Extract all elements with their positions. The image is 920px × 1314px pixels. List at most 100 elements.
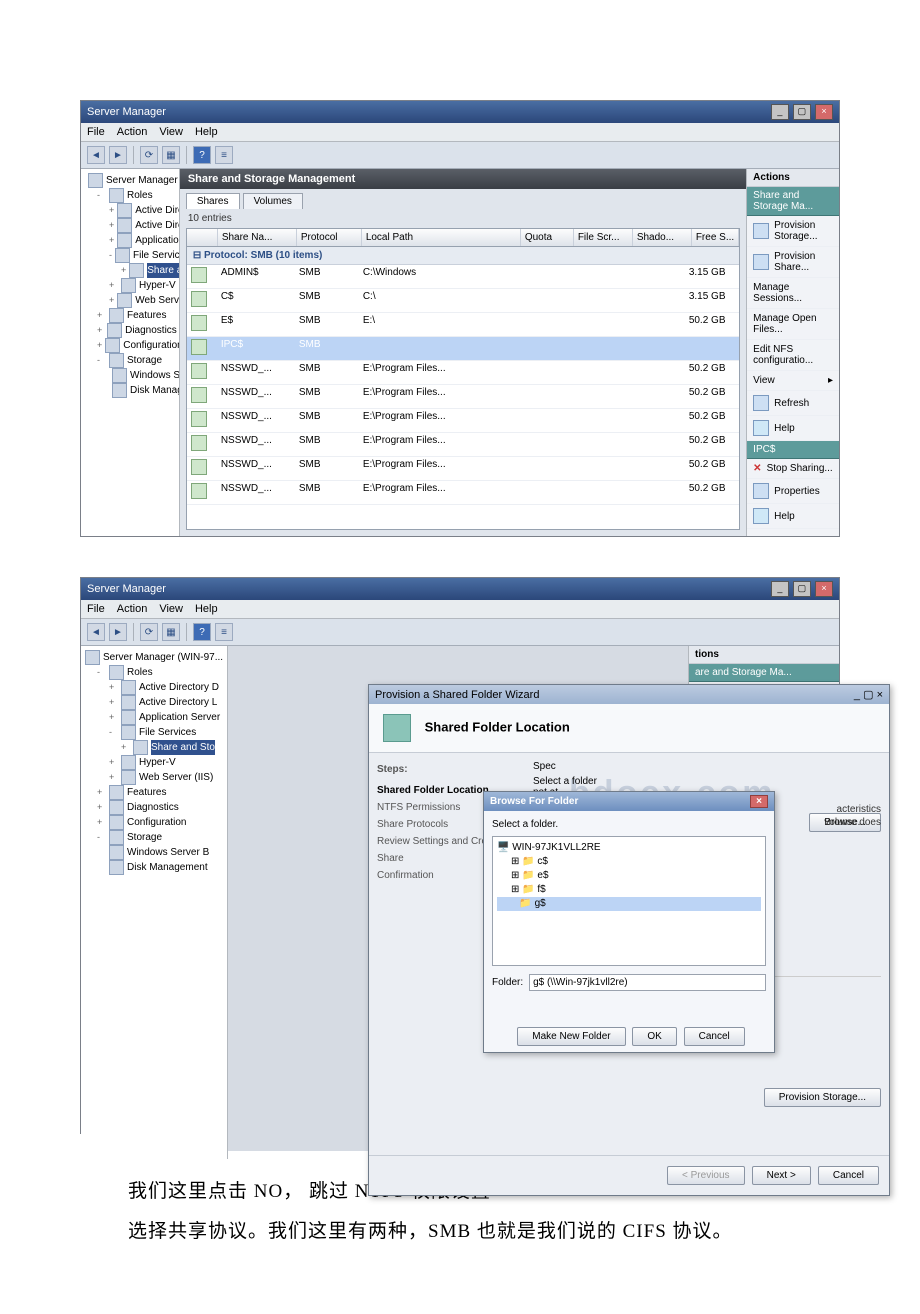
table-row[interactable]: IPC$SMB xyxy=(187,337,739,361)
menu-bar[interactable]: File Action View Help xyxy=(81,600,839,619)
tree-features[interactable]: Features xyxy=(127,785,166,800)
col-quota[interactable]: Quota xyxy=(521,229,574,246)
back-icon[interactable]: ◄ xyxy=(87,146,105,164)
menu-help[interactable]: Help xyxy=(195,603,218,615)
tree-file-services[interactable]: File Services xyxy=(139,725,196,740)
ok-button[interactable]: OK xyxy=(632,1027,676,1046)
table-row[interactable]: E$SMBE:\50.2 GB xyxy=(187,313,739,337)
tree-roles[interactable]: Roles xyxy=(127,188,153,203)
maximize-icon[interactable]: ▢ xyxy=(793,581,811,597)
menu-help[interactable]: Help xyxy=(195,126,218,138)
table-row[interactable]: NSSWD_...SMBE:\Program Files...50.2 GB xyxy=(187,361,739,385)
tree-configuration[interactable]: Configuration xyxy=(127,815,186,830)
action-edit-nfs[interactable]: Edit NFS configuratio... xyxy=(747,340,839,371)
tree-root[interactable]: Server Manager (WIN-97JK1VLL2RE) xyxy=(106,173,180,188)
navigation-tree[interactable]: Server Manager (WIN-97... -Roles +Active… xyxy=(81,646,228,1159)
col-local-path[interactable]: Local Path xyxy=(362,229,521,246)
minimize-icon[interactable]: _ xyxy=(854,689,860,701)
tree-ad-domain[interactable]: Active Directory Domain Services xyxy=(135,203,180,218)
window-controls[interactable]: _ ▢ × xyxy=(770,104,833,120)
next-button[interactable]: Next > xyxy=(752,1166,811,1185)
action-properties[interactable]: Properties xyxy=(747,479,839,504)
action-refresh[interactable]: Refresh xyxy=(747,391,839,416)
tree-app-server[interactable]: Application Server xyxy=(135,233,180,248)
col-file-screening[interactable]: File Scr... xyxy=(574,229,633,246)
help-icon[interactable]: ? xyxy=(193,623,211,641)
tree-configuration[interactable]: Configuration xyxy=(123,338,180,353)
help-icon[interactable]: ? xyxy=(193,146,211,164)
table-row[interactable]: NSSWD_...SMBE:\Program Files...50.2 GB xyxy=(187,409,739,433)
wizard-title-bar[interactable]: Provision a Shared Folder Wizard _ ▢ × xyxy=(369,685,889,704)
tree-diagnostics[interactable]: Diagnostics xyxy=(125,323,177,338)
col-shadow[interactable]: Shado... xyxy=(633,229,692,246)
menu-action[interactable]: Action xyxy=(117,126,148,138)
list-icon[interactable]: ≡ xyxy=(215,623,233,641)
browse-tree[interactable]: 🖥️ WIN-97JK1VLL2RE ⊞ 📁 c$ ⊞ 📁 e$ ⊞ 📁 f$ … xyxy=(492,836,766,966)
minimize-icon[interactable]: _ xyxy=(771,581,789,597)
close-icon[interactable]: × xyxy=(815,581,833,597)
action-help-2[interactable]: Help xyxy=(747,504,839,529)
action-provision-share[interactable]: Provision Share... xyxy=(747,247,839,278)
action-manage-sessions[interactable]: Manage Sessions... xyxy=(747,278,839,309)
action-view[interactable]: View▸ xyxy=(747,371,839,391)
table-row[interactable]: NSSWD_...SMBE:\Program Files...50.2 GB xyxy=(187,385,739,409)
tree-share-storage-management[interactable]: Share and Storage Management xyxy=(147,263,180,278)
col-free-space[interactable]: Free S... xyxy=(692,229,739,246)
menu-view[interactable]: View xyxy=(159,603,183,615)
tree-windows-backup[interactable]: Windows Server B xyxy=(127,845,209,860)
tree-file-services[interactable]: File Services xyxy=(133,248,180,263)
table-row[interactable]: ADMIN$SMBC:\Windows3.15 GB xyxy=(187,265,739,289)
tree-ad-light[interactable]: Active Directory Lightweight Direct xyxy=(135,218,180,233)
tree-ad-domain[interactable]: Active Directory D xyxy=(139,680,219,695)
tree-disk-management[interactable]: Disk Management xyxy=(130,383,180,398)
window-controls[interactable]: _ ▢ × xyxy=(770,581,833,597)
forward-icon[interactable]: ► xyxy=(109,623,127,641)
tree-storage[interactable]: Storage xyxy=(127,353,162,368)
table-row[interactable]: C$SMBC:\3.15 GB xyxy=(187,289,739,313)
action-help[interactable]: Help xyxy=(747,416,839,441)
col-protocol[interactable]: Protocol xyxy=(297,229,362,246)
make-new-folder-button[interactable]: Make New Folder xyxy=(517,1027,625,1046)
tree-hyperv[interactable]: Hyper-V xyxy=(139,755,176,770)
tree-app-server[interactable]: Application Server xyxy=(139,710,220,725)
tree-iis[interactable]: Web Server (IIS) xyxy=(139,770,213,785)
action-provision-storage[interactable]: Provision Storage... xyxy=(747,216,839,247)
table-row[interactable]: NSSWD_...SMBE:\Program Files...50.2 GB xyxy=(187,481,739,505)
title-bar[interactable]: Server Manager _ ▢ × xyxy=(81,578,839,600)
forward-icon[interactable]: ► xyxy=(109,146,127,164)
tree-disk-management[interactable]: Disk Management xyxy=(127,860,208,875)
tree-hyperv[interactable]: Hyper-V xyxy=(139,278,176,293)
table-row[interactable]: NSSWD_...SMBE:\Program Files...50.2 GB xyxy=(187,457,739,481)
menu-action[interactable]: Action xyxy=(117,603,148,615)
tree-storage[interactable]: Storage xyxy=(127,830,162,845)
tab-shares[interactable]: Shares xyxy=(186,193,240,209)
browse-folder-input[interactable] xyxy=(529,974,766,991)
tree-ad-light[interactable]: Active Directory L xyxy=(139,695,217,710)
tree-roles[interactable]: Roles xyxy=(127,665,153,680)
cancel-button[interactable]: Cancel xyxy=(818,1166,879,1185)
previous-button[interactable]: < Previous xyxy=(667,1166,745,1185)
close-icon[interactable]: × xyxy=(877,689,883,701)
menu-file[interactable]: File xyxy=(87,126,105,138)
tree-share-storage[interactable]: Share and Sto xyxy=(151,740,215,755)
browse-cancel-button[interactable]: Cancel xyxy=(684,1027,745,1046)
menu-bar[interactable]: File Action View Help xyxy=(81,123,839,142)
refresh-icon[interactable]: ⟳ xyxy=(140,623,158,641)
tree-features[interactable]: Features xyxy=(127,308,166,323)
show-hide-icon[interactable]: ▦ xyxy=(162,146,180,164)
close-icon[interactable]: × xyxy=(750,795,768,808)
tree-diagnostics[interactable]: Diagnostics xyxy=(127,800,179,815)
tree-windows-backup[interactable]: Windows Server Backup xyxy=(130,368,180,383)
col-share-name[interactable]: Share Na... xyxy=(218,229,297,246)
refresh-icon[interactable]: ⟳ xyxy=(140,146,158,164)
navigation-tree[interactable]: Server Manager (WIN-97JK1VLL2RE) -Roles … xyxy=(81,169,180,536)
maximize-icon[interactable]: ▢ xyxy=(793,104,811,120)
browse-root[interactable]: WIN-97JK1VLL2RE xyxy=(512,842,600,853)
show-hide-icon[interactable]: ▦ xyxy=(162,623,180,641)
action-stop-sharing[interactable]: ✕Stop Sharing... xyxy=(747,459,839,479)
tree-root[interactable]: Server Manager (WIN-97... xyxy=(103,650,223,665)
menu-file[interactable]: File xyxy=(87,603,105,615)
close-icon[interactable]: × xyxy=(815,104,833,120)
wizard-provision-storage-button[interactable]: Provision Storage... xyxy=(764,1088,881,1107)
menu-view[interactable]: View xyxy=(159,126,183,138)
